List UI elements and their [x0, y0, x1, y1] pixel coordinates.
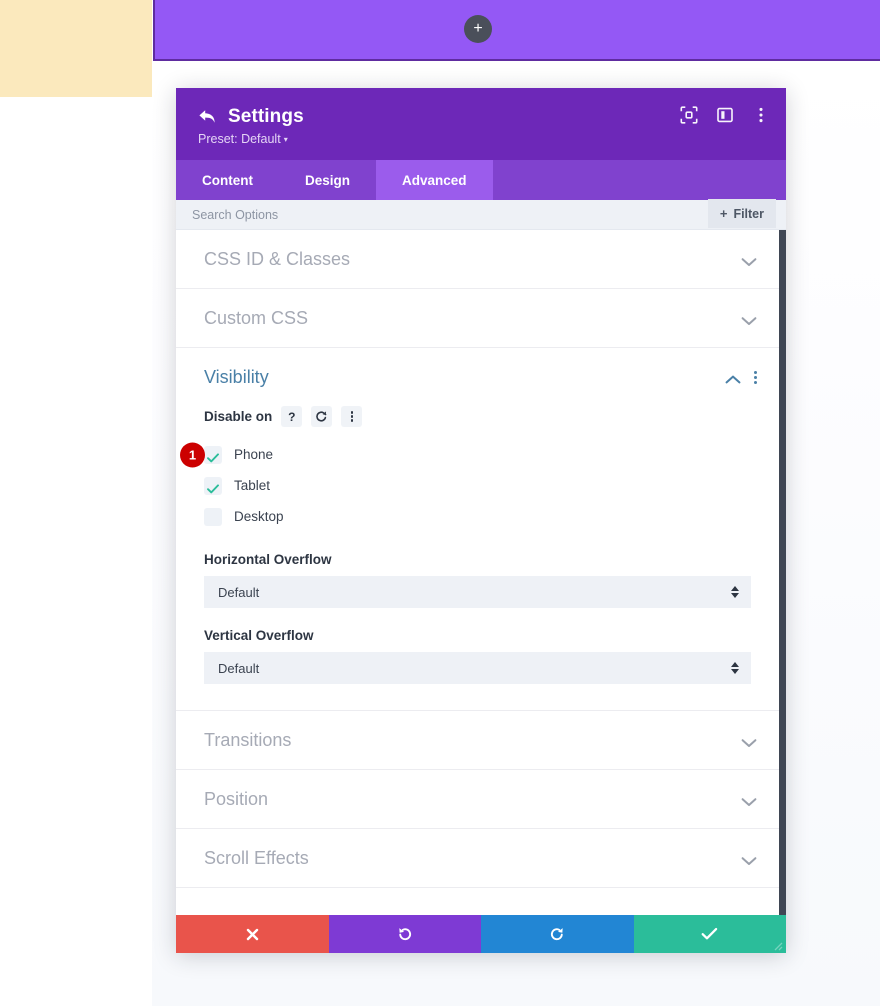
tab-design[interactable]: Design	[279, 160, 376, 200]
annotation-badge-1: 1	[180, 442, 205, 467]
section-header-transitions[interactable]: Transitions	[176, 711, 779, 769]
chevron-down-icon[interactable]	[741, 313, 757, 325]
select-arrows-icon	[731, 662, 739, 674]
section-header-position[interactable]: Position	[176, 770, 779, 828]
section-css-id-classes: CSS ID & Classes	[176, 230, 779, 289]
section-header-controls	[741, 254, 757, 266]
close-icon	[246, 928, 258, 940]
builder-section-bar[interactable]: +	[153, 0, 880, 61]
section-header-css-id-classes[interactable]: CSS ID & Classes	[176, 230, 779, 288]
section-title: Visibility	[204, 366, 269, 387]
section-scroll-effects: Scroll Effects	[176, 829, 779, 888]
reset-icon[interactable]	[311, 406, 333, 427]
chevron-down-icon[interactable]	[741, 794, 757, 806]
select-vertical-overflow[interactable]: Default	[204, 652, 751, 684]
modal-body: CSS ID & Classes Custom CSS Visibility D…	[176, 230, 786, 915]
disable-on-label-row: Disable on ?	[204, 406, 751, 427]
chevron-up-icon[interactable]	[725, 372, 741, 384]
chevron-down-icon[interactable]	[741, 735, 757, 747]
redo-icon	[551, 928, 563, 941]
page-title: Settings	[228, 106, 304, 127]
field-more-options-icon[interactable]	[341, 406, 363, 427]
tab-advanced[interactable]: Advanced	[376, 160, 493, 200]
focus-target-icon[interactable]	[680, 106, 698, 124]
checkbox-label-tablet: Tablet	[234, 478, 271, 493]
section-visibility: Visibility Disable on ? 1 Phone Tablet D…	[176, 348, 779, 711]
preset-selector[interactable]: Preset: Default ▾	[198, 132, 288, 146]
chevron-down-icon[interactable]	[741, 254, 757, 266]
resize-handle[interactable]	[770, 938, 783, 951]
add-module-button[interactable]: +	[464, 15, 492, 43]
select-value: Default	[218, 584, 260, 600]
undo-icon	[399, 928, 411, 941]
visibility-section-body: Disable on ? 1 Phone Tablet Desktop Hori…	[176, 406, 779, 710]
section-header-visibility[interactable]: Visibility	[176, 348, 779, 406]
checkbox-phone[interactable]	[204, 445, 222, 464]
more-options-icon[interactable]	[752, 106, 770, 124]
section-header-controls	[741, 794, 757, 806]
section-custom-css: Custom CSS	[176, 289, 779, 348]
field-vertical-overflow: Vertical Overflow Default	[204, 628, 751, 684]
help-icon[interactable]: ?	[281, 406, 303, 427]
check-icon	[207, 481, 219, 493]
header-icon-group	[680, 106, 770, 124]
section-header-scroll-effects[interactable]: Scroll Effects	[176, 829, 779, 887]
cancel-button[interactable]	[176, 915, 329, 953]
sidebar-cream-block	[0, 0, 152, 97]
section-title: CSS ID & Classes	[204, 248, 351, 269]
check-icon	[701, 927, 718, 940]
back-arrow-icon[interactable]	[198, 109, 216, 125]
scrollbar-track[interactable]	[779, 230, 786, 915]
section-header-controls	[741, 735, 757, 747]
section-title: Custom CSS	[204, 307, 309, 328]
section-header-controls	[741, 313, 757, 325]
section-title: Scroll Effects	[204, 847, 309, 868]
redo-button[interactable]	[481, 915, 634, 953]
section-title: Position	[204, 788, 269, 809]
filter-button-label: Filter	[733, 206, 764, 221]
panel-layout-icon[interactable]	[716, 106, 734, 124]
section-header-custom-css[interactable]: Custom CSS	[176, 289, 779, 347]
field-horizontal-overflow: Horizontal Overflow Default	[204, 552, 751, 608]
tab-content[interactable]: Content	[176, 160, 279, 200]
section-transitions: Transitions	[176, 711, 779, 770]
check-icon	[207, 450, 219, 462]
preset-label: Preset: Default	[198, 132, 281, 146]
field-label-horizontal-overflow: Horizontal Overflow	[204, 552, 332, 567]
chevron-down-icon: ▾	[283, 135, 288, 145]
disable-on-label: Disable on	[204, 409, 273, 424]
section-position: Position	[176, 770, 779, 829]
section-header-controls	[725, 370, 757, 384]
save-button[interactable]	[633, 915, 786, 953]
list-bottom-spacer	[176, 888, 779, 915]
filter-button[interactable]: + Filter	[707, 199, 776, 228]
checkbox-label-phone: Phone	[234, 447, 274, 462]
tab-bar: Content Design Advanced	[176, 160, 786, 200]
section-more-options-icon[interactable]	[753, 370, 757, 384]
modal-header: Settings Preset: Default ▾	[176, 88, 786, 160]
undo-button[interactable]	[328, 915, 481, 953]
modal-footer	[176, 915, 786, 953]
section-header-controls	[741, 853, 757, 865]
checkbox-label-desktop: Desktop	[234, 509, 284, 524]
select-value: Default	[218, 660, 260, 676]
settings-section-list: CSS ID & Classes Custom CSS Visibility D…	[176, 230, 786, 915]
chevron-down-icon[interactable]	[741, 853, 757, 865]
search-input[interactable]	[192, 207, 770, 222]
field-label-vertical-overflow: Vertical Overflow	[204, 628, 314, 643]
checkbox-row-tablet[interactable]: Tablet	[204, 470, 751, 501]
scrollbar-thumb[interactable]	[779, 230, 786, 915]
checkbox-row-desktop[interactable]: Desktop	[204, 501, 751, 532]
checkbox-desktop[interactable]	[204, 507, 222, 526]
section-title: Transitions	[204, 729, 292, 750]
search-bar: + Filter	[176, 199, 786, 230]
checkbox-row-phone[interactable]: 1 Phone	[180, 439, 751, 470]
plus-icon: +	[719, 206, 728, 221]
select-arrows-icon	[731, 586, 739, 598]
settings-modal: Settings Preset: Default ▾ Content Desig…	[176, 88, 786, 953]
checkbox-tablet[interactable]	[204, 476, 222, 495]
select-horizontal-overflow[interactable]: Default	[204, 576, 751, 608]
